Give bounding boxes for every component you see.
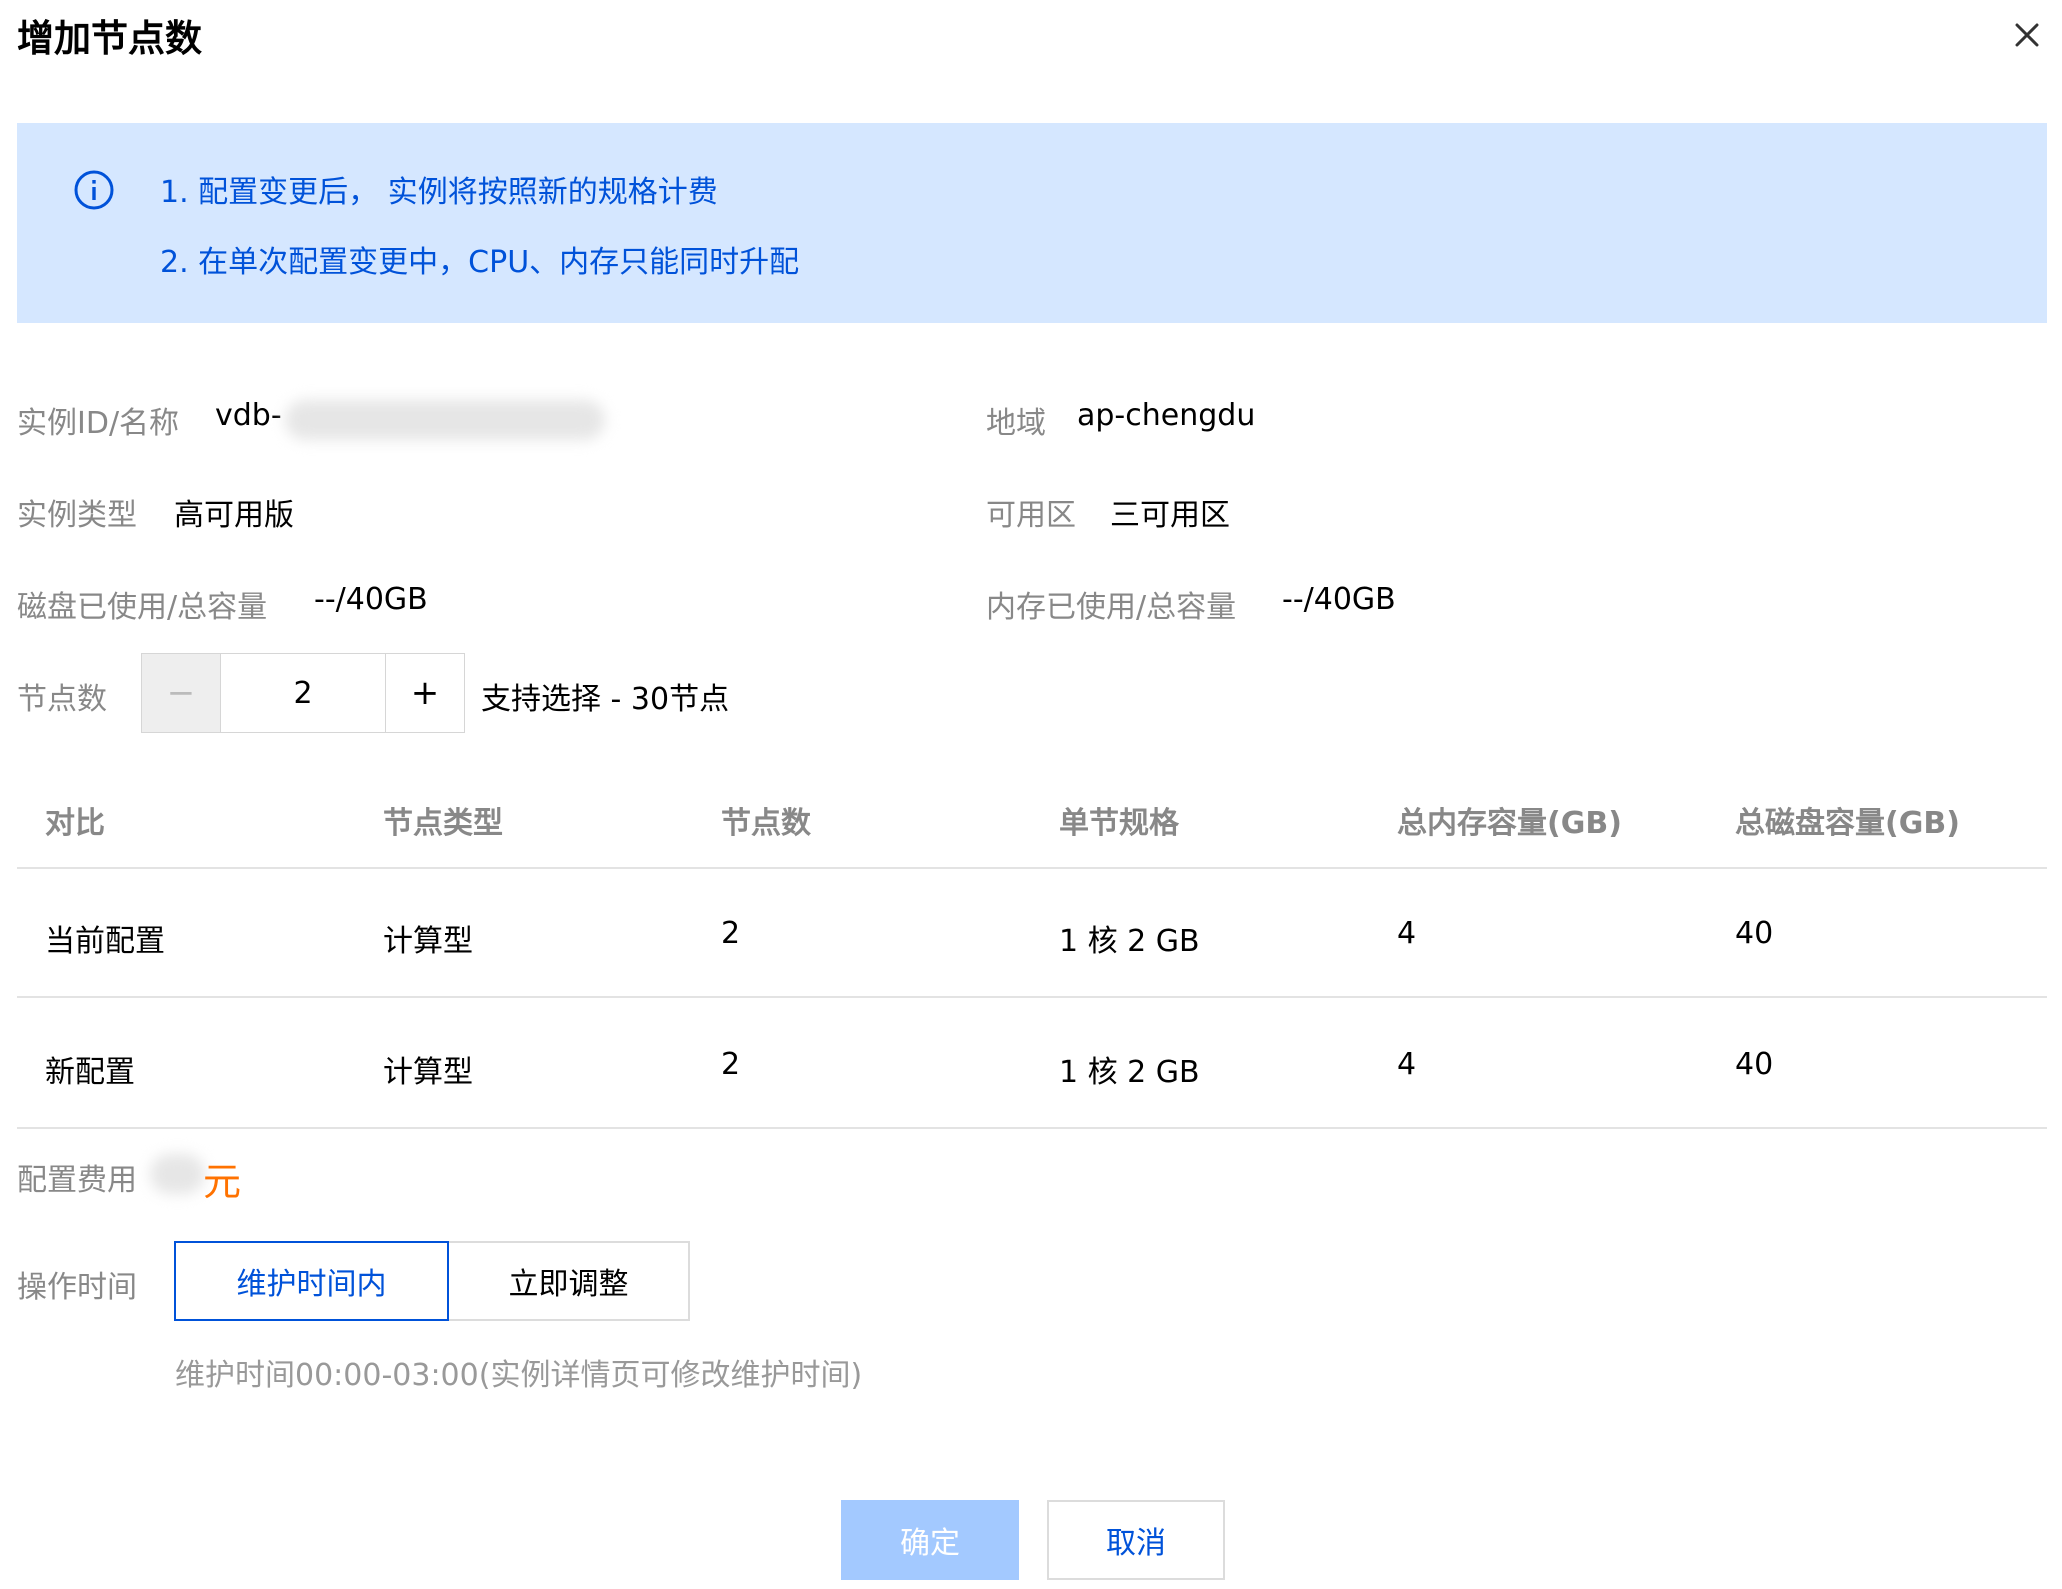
table-cell: 40 [1735, 1047, 1774, 1082]
table-bottom-divider [17, 1127, 2047, 1129]
increment-button[interactable]: + [385, 653, 465, 733]
table-header-node-type: 节点类型 [383, 806, 503, 841]
cancel-button[interactable]: 取消 [1047, 1500, 1225, 1580]
operation-time-label: 操作时间 [17, 1270, 137, 1305]
decrement-button[interactable]: − [141, 653, 221, 733]
redacted-fee-amount [150, 1154, 205, 1194]
table-cell: 计算型 [383, 1055, 473, 1090]
option-adjust-immediately[interactable]: 立即调整 [449, 1241, 690, 1321]
maintenance-window-hint: 维护时间00:00-03:00(实例详情页可修改维护时间) [175, 1358, 863, 1393]
region-label: 地域 [986, 406, 1046, 441]
instance-id-value: vdb- [215, 398, 282, 433]
zone-value: 三可用区 [1110, 498, 1230, 533]
memory-usage-value: --/40GB [1282, 582, 1396, 617]
node-count-input[interactable]: 2 [221, 653, 385, 733]
table-cell: 2 [721, 1047, 741, 1082]
notice-line-2: 2. 在单次配置变更中，CPU、内存只能同时升配 [160, 245, 800, 280]
table-cell: 新配置 [45, 1055, 135, 1090]
disk-usage-value: --/40GB [314, 582, 428, 617]
node-count-label: 节点数 [17, 682, 107, 717]
region-value: ap-chengdu [1077, 398, 1256, 433]
table-cell: 计算型 [383, 924, 473, 959]
table-header-node-count: 节点数 [721, 806, 811, 841]
fee-label: 配置费用 [17, 1163, 137, 1198]
zone-label: 可用区 [986, 498, 1076, 533]
instance-id-label: 实例ID/名称 [17, 406, 180, 441]
table-cell: 1 核 2 GB [1059, 924, 1200, 959]
notice-banner: 1. 配置变更后， 实例将按照新的规格计费 2. 在单次配置变更中，CPU、内存… [17, 123, 2047, 323]
node-count-range-hint: 支持选择 - 30节点 [481, 682, 730, 717]
table-cell: 4 [1397, 916, 1417, 951]
table-cell: 当前配置 [45, 924, 165, 959]
fee-unit: 元 [203, 1160, 242, 1204]
table-cell: 40 [1735, 916, 1774, 951]
table-cell: 2 [721, 916, 741, 951]
table-cell: 1 核 2 GB [1059, 1055, 1200, 1090]
table-header-compare: 对比 [45, 806, 105, 841]
instance-type-label: 实例类型 [17, 498, 137, 533]
table-header-divider [17, 867, 2047, 869]
memory-usage-label: 内存已使用/总容量 [986, 590, 1237, 625]
info-icon [73, 169, 115, 211]
option-maintenance-window[interactable]: 维护时间内 [174, 1241, 449, 1321]
table-cell: 4 [1397, 1047, 1417, 1082]
disk-usage-label: 磁盘已使用/总容量 [17, 590, 268, 625]
notice-line-1: 1. 配置变更后， 实例将按照新的规格计费 [160, 175, 718, 210]
close-icon[interactable] [2010, 18, 2044, 52]
confirm-button[interactable]: 确定 [841, 1500, 1019, 1580]
table-header-total-disk: 总磁盘容量(GB) [1735, 806, 1960, 841]
node-count-stepper: − 2 + [141, 653, 465, 733]
dialog-title: 增加节点数 [17, 17, 202, 60]
add-nodes-dialog: 增加节点数 1. 配置变更后， 实例将按照新的规格计费 2. 在单次配置变更中，… [0, 0, 2062, 1589]
table-header-total-memory: 总内存容量(GB) [1397, 806, 1622, 841]
table-header-spec: 单节规格 [1059, 806, 1179, 841]
instance-type-value: 高可用版 [174, 498, 294, 533]
table-row-divider [17, 996, 2047, 998]
redacted-instance-name [285, 400, 605, 440]
